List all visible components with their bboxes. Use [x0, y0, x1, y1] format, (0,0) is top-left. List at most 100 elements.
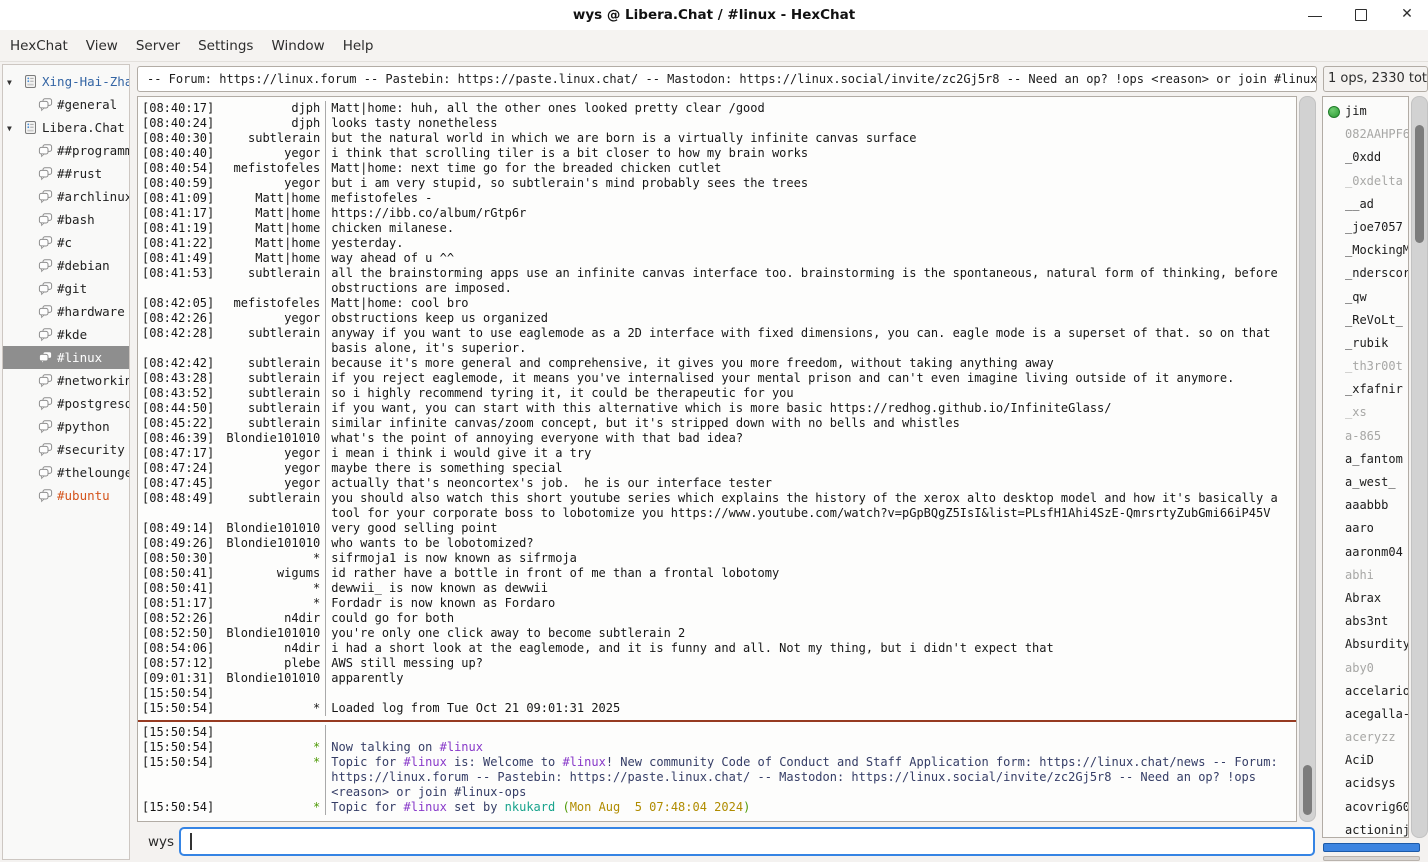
user-item[interactable]: accelario	[1323, 680, 1408, 703]
user-item[interactable]: 082AAHPF6	[1323, 123, 1408, 146]
title-bar[interactable]: wys @ Libera.Chat / #linux - HexChat ✕	[0, 0, 1428, 30]
chat-line: [08:40:24]djphlooks tasty nonetheless	[138, 116, 1296, 131]
user-item[interactable]: a-865	[1323, 425, 1408, 448]
tree-item-programming[interactable]: ##programming	[3, 139, 129, 162]
tree-item-thelounge[interactable]: #thelounge	[3, 461, 129, 484]
user-item[interactable]: _0xdd	[1323, 146, 1408, 169]
tree-item-archlinux[interactable]: #archlinux	[3, 185, 129, 208]
user-list-scrollbar[interactable]	[1411, 96, 1428, 838]
tree-item-python[interactable]: #python	[3, 415, 129, 438]
nick: wigums	[214, 566, 325, 581]
chat-line: [08:50:30]*sifrmoja1 is now known as sif…	[138, 551, 1296, 566]
chat-scrollbar[interactable]	[1299, 96, 1316, 822]
nick	[214, 686, 325, 701]
user-item[interactable]: aceryzz	[1323, 726, 1408, 749]
tree-item-ubuntu[interactable]: #ubuntu	[3, 484, 129, 507]
menu-view[interactable]: View	[77, 30, 127, 62]
user-item[interactable]: acovrig60	[1323, 796, 1408, 819]
tree-item-hardware[interactable]: #hardware	[3, 300, 129, 323]
user-item[interactable]: _th3r00t	[1323, 355, 1408, 378]
user-item[interactable]: Abrax	[1323, 587, 1408, 610]
user-item[interactable]: _xs	[1323, 401, 1408, 424]
text-caret	[190, 833, 192, 850]
tree-item-bash[interactable]: #bash	[3, 208, 129, 231]
user-item[interactable]: __ad	[1323, 193, 1408, 216]
user-item[interactable]: abhi	[1323, 564, 1408, 587]
user-item[interactable]: acidsys	[1323, 772, 1408, 795]
chat-line: [08:43:28]subtlerainif you reject eaglem…	[138, 371, 1296, 386]
user-item[interactable]: aaro	[1323, 517, 1408, 540]
tree-item-label: #python	[57, 419, 110, 434]
user-item[interactable]: _ReVoLt_	[1323, 309, 1408, 332]
menu-server[interactable]: Server	[127, 30, 189, 62]
minimize-button[interactable]	[1298, 0, 1332, 30]
user-item[interactable]: aby0	[1323, 657, 1408, 680]
topic-bar[interactable]: -- Forum: https://linux.forum -- Pastebi…	[137, 66, 1317, 92]
user-item[interactable]: Absurdity	[1323, 633, 1408, 656]
chat-line: [08:49:26]Blondie101010who wants to be l…	[138, 536, 1296, 551]
chat-line: [08:57:12]plebeAWS still messing up?	[138, 656, 1296, 671]
user-list[interactable]: jim082AAHPF6_0xdd_0xdelta__ad_joe7057_Mo…	[1322, 96, 1409, 838]
user-item[interactable]: _rubik	[1323, 332, 1408, 355]
message-segment: Now talking on	[331, 740, 439, 754]
nick: *	[214, 551, 325, 566]
channel-icon	[38, 418, 53, 438]
tree-item-debian[interactable]: #debian	[3, 254, 129, 277]
chat-scrollbar-thumb[interactable]	[1303, 765, 1312, 815]
menu-settings[interactable]: Settings	[189, 30, 262, 62]
expander-icon[interactable]: ▼	[7, 71, 23, 93]
user-item[interactable]: aaabbb	[1323, 494, 1408, 517]
menu-help[interactable]: Help	[334, 30, 383, 62]
tree-item-c[interactable]: #c	[3, 231, 129, 254]
user-item[interactable]: abs3nt	[1323, 610, 1408, 633]
tree-item-liberachat[interactable]: ▼Libera.Chat	[3, 116, 129, 139]
user-item[interactable]: a_west_	[1323, 471, 1408, 494]
menu-hexchat[interactable]: HexChat	[1, 30, 77, 62]
tree-item-git[interactable]: #git	[3, 277, 129, 300]
chat-line: [08:43:52]subtlerainso i highly recommen…	[138, 386, 1296, 401]
message-segment: set by	[447, 800, 505, 814]
user-item[interactable]: _nderscor	[1323, 262, 1408, 285]
message: but i am very stupid, so subtlerain's mi…	[325, 176, 1296, 191]
chat-log[interactable]: [08:40:17]djphMatt|home: huh, all the ot…	[137, 96, 1297, 822]
user-item[interactable]: jim	[1323, 100, 1408, 123]
tree-item-general[interactable]: #general	[3, 93, 129, 116]
server-tree[interactable]: ▼Xing-Hai-Zhan#general▼Libera.Chat##prog…	[2, 64, 130, 860]
user-item[interactable]: aaronm04	[1323, 541, 1408, 564]
message-input[interactable]	[179, 827, 1315, 856]
tree-item-label: #security	[57, 442, 125, 457]
tree-item-kde[interactable]: #kde	[3, 323, 129, 346]
tree-item-security[interactable]: #security	[3, 438, 129, 461]
maximize-button[interactable]	[1344, 0, 1378, 30]
user-item[interactable]: _0xdelta	[1323, 170, 1408, 193]
chat-line: [08:42:42]subtlerainbecause it's more ge…	[138, 356, 1296, 371]
menu-window[interactable]: Window	[262, 30, 333, 62]
channel-icon	[38, 464, 53, 484]
close-button[interactable]: ✕	[1390, 0, 1424, 30]
user-item[interactable]: _MockingM	[1323, 239, 1408, 262]
channel-icon	[38, 280, 53, 300]
timestamp: [08:41:17]	[138, 206, 214, 221]
message: Fordadr is now known as Fordaro	[325, 596, 1296, 611]
user-item[interactable]: actioninj	[1323, 819, 1408, 838]
expander-icon[interactable]: ▼	[7, 117, 23, 139]
user-item[interactable]: _xfafnir	[1323, 378, 1408, 401]
user-item[interactable]: acegalla-	[1323, 703, 1408, 726]
user-item[interactable]: _joe7057	[1323, 216, 1408, 239]
user-name: _ReVoLt_	[1345, 313, 1403, 327]
user-item[interactable]: AciD	[1323, 749, 1408, 772]
user-item[interactable]: a_fantom	[1323, 448, 1408, 471]
nick	[214, 725, 325, 740]
lag-meter	[1323, 843, 1420, 852]
tree-item-xinghaizhan[interactable]: ▼Xing-Hai-Zhan	[3, 70, 129, 93]
chat-line: [08:41:22]Matt|homeyesterday.	[138, 236, 1296, 251]
user-item[interactable]: _qw	[1323, 286, 1408, 309]
tree-item-linux[interactable]: #linux	[3, 346, 129, 369]
user-list-scrollbar-thumb[interactable]	[1415, 125, 1424, 243]
tree-item-postgresql[interactable]: #postgresql	[3, 392, 129, 415]
nick: subtlerain	[214, 416, 325, 431]
message-segment: is: Welcome to	[447, 755, 563, 769]
nick: Blondie101010	[214, 521, 325, 536]
tree-item-networking[interactable]: #networking	[3, 369, 129, 392]
tree-item-rust[interactable]: ##rust	[3, 162, 129, 185]
